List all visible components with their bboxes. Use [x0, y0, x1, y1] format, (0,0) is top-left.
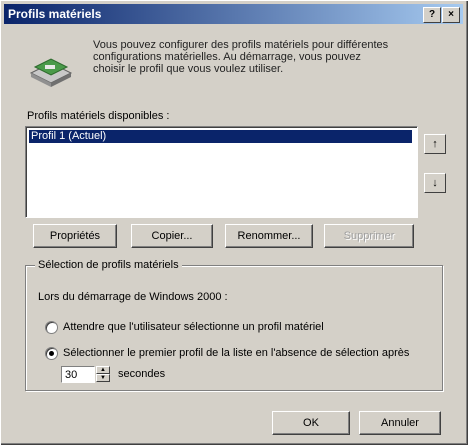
title-bar[interactable]: Profils matériels ? ×: [4, 4, 463, 24]
spinner-up-icon[interactable]: ▲: [96, 366, 110, 374]
delete-button[interactable]: Supprimer: [324, 224, 414, 248]
profiles-list-label: Profils matériels disponibles :: [27, 110, 170, 122]
profile-list-item[interactable]: Profil 1 (Actuel): [29, 130, 412, 143]
properties-button[interactable]: Propriétés: [33, 224, 117, 248]
help-button[interactable]: ?: [423, 7, 441, 23]
intro-text: Vous pouvez configurer des profils matér…: [93, 39, 389, 75]
select-first-profile-radio[interactable]: [45, 347, 58, 360]
hardware-profile-icon: [29, 58, 73, 87]
ok-button[interactable]: OK: [272, 411, 350, 435]
wait-for-user-label[interactable]: Attendre que l'utilisateur sélectionne u…: [63, 321, 324, 333]
copy-button[interactable]: Copier...: [131, 224, 213, 248]
window-title: Profils matériels: [8, 7, 102, 21]
wait-for-user-radio[interactable]: [45, 321, 58, 334]
profile-selection-group-label: Sélection de profils matériels: [35, 259, 182, 271]
startup-text: Lors du démarrage de Windows 2000 :: [38, 291, 228, 303]
select-first-profile-label[interactable]: Sélectionner le premier profil de la lis…: [63, 347, 435, 359]
timeout-input[interactable]: 30: [61, 366, 95, 383]
close-button[interactable]: ×: [442, 7, 460, 23]
move-down-button[interactable]: ↓: [424, 173, 446, 193]
cancel-button[interactable]: Annuler: [359, 411, 441, 435]
move-up-button[interactable]: ↑: [424, 134, 446, 154]
hardware-profiles-dialog: Profils matériels ? × Vous pouvez config…: [0, 0, 469, 446]
profiles-listbox[interactable]: Profil 1 (Actuel): [25, 126, 418, 218]
spinner-down-icon[interactable]: ▼: [96, 374, 110, 382]
timeout-spinner[interactable]: ▲ ▼: [96, 366, 110, 383]
timeout-unit-label: secondes: [118, 368, 166, 380]
rename-button[interactable]: Renommer...: [225, 224, 313, 248]
